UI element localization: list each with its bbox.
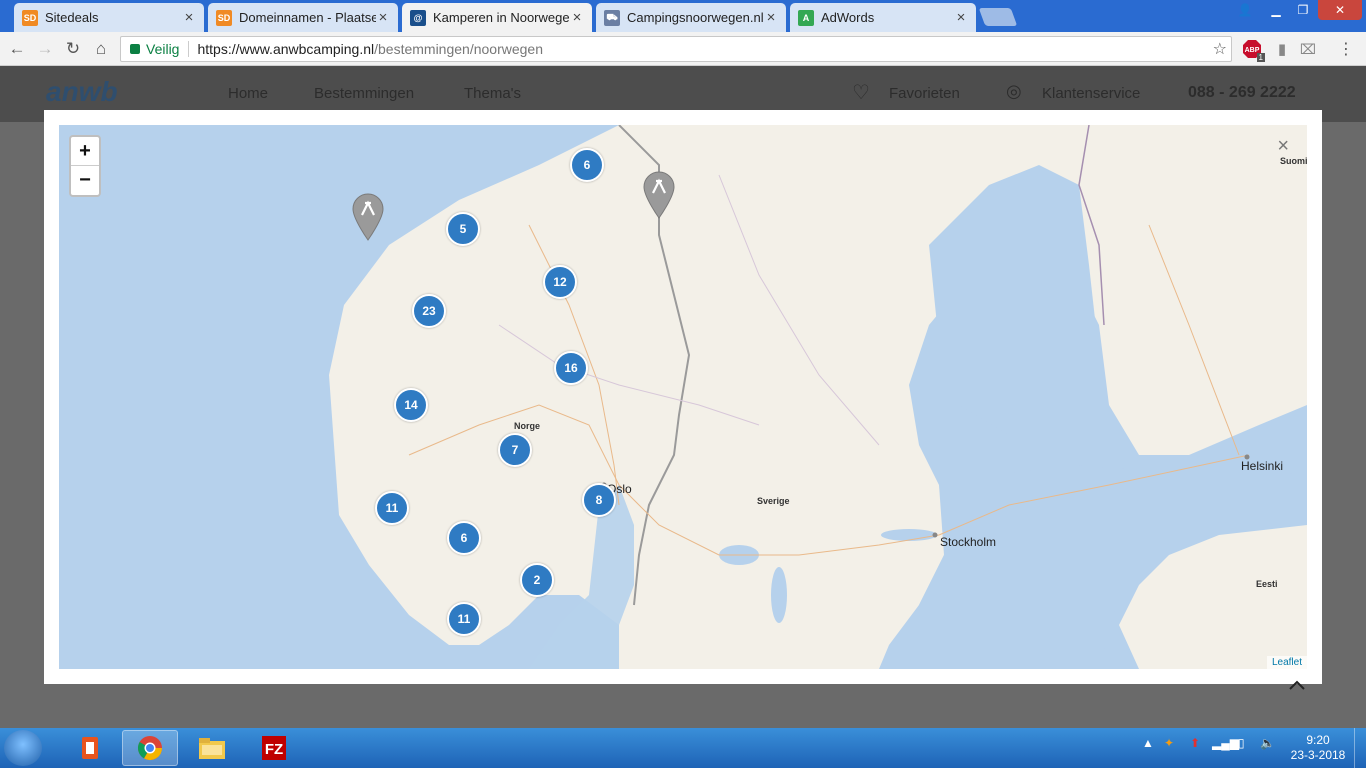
cluster-marker[interactable]: 23 xyxy=(412,294,446,328)
cluster-marker[interactable]: 11 xyxy=(447,602,481,636)
nav-favorieten[interactable]: Favorieten xyxy=(889,85,960,102)
file-explorer-icon[interactable] xyxy=(184,730,240,766)
label-stockholm: Stockholm xyxy=(940,535,997,549)
browser-tab-strip: SD Sitedeals × SD Domeinnamen - Plaatsen… xyxy=(0,0,1366,32)
clock-time: 9:20 xyxy=(1306,733,1330,747)
tab-title: Domeinnamen - Plaatsen xyxy=(239,10,376,25)
label-eesti: Eesti xyxy=(1256,579,1278,589)
scroll-top-chevron-icon[interactable] xyxy=(1288,676,1306,694)
cluster-marker[interactable]: 16 xyxy=(554,351,588,385)
headset-icon: ◎ xyxy=(1006,81,1022,101)
map[interactable]: Norge Oslo Sverige Stockholm Helsinki Su… xyxy=(59,125,1307,669)
cluster-marker[interactable]: 14 xyxy=(394,388,428,422)
chrome-taskbar-icon[interactable] xyxy=(122,730,178,766)
tab-title: Sitedeals xyxy=(45,10,99,25)
home-button[interactable]: ⌂ xyxy=(90,38,112,60)
windows-start-button[interactable] xyxy=(4,730,42,766)
map-modal: Norge Oslo Sverige Stockholm Helsinki Su… xyxy=(44,110,1322,684)
zoom-control: + − xyxy=(69,135,101,197)
adblock-extension-icon[interactable]: ABP 1 xyxy=(1242,39,1265,62)
nav-themas[interactable]: Thema's xyxy=(464,85,521,102)
zoom-out-button[interactable]: − xyxy=(71,166,99,195)
anwb-logo[interactable]: anwb xyxy=(46,76,118,108)
tab-domeinnamen[interactable]: SD Domeinnamen - Plaatsen × xyxy=(208,3,398,32)
tray-update-icon[interactable]: ⬆ xyxy=(1190,736,1200,750)
new-tab-button[interactable] xyxy=(978,8,1018,26)
network-signal-icon[interactable]: ▂▄▆ xyxy=(1212,736,1239,750)
phone-number[interactable]: 088 - 269 2222 xyxy=(1188,84,1296,102)
cluster-marker[interactable]: 8 xyxy=(582,483,616,517)
show-desktop-button[interactable] xyxy=(1354,728,1366,768)
anwb-icon: @ xyxy=(410,9,426,26)
nav-bestemmingen[interactable]: Bestemmingen xyxy=(314,85,414,102)
tab-sitedeals[interactable]: SD Sitedeals × xyxy=(14,3,204,32)
lake-malaren xyxy=(881,529,937,541)
cluster-marker[interactable]: 6 xyxy=(570,148,604,182)
map-tiles xyxy=(329,125,1307,669)
sd-icon: SD xyxy=(22,9,38,26)
clock-date: 23-3-2018 xyxy=(1290,748,1346,762)
nav-klantenservice[interactable]: Klantenservice xyxy=(1042,85,1140,102)
adwords-icon: A xyxy=(798,9,814,26)
lake-vattern xyxy=(771,567,787,623)
label-helsinki: Helsinki xyxy=(1241,459,1284,473)
heart-icon: ♡ xyxy=(852,82,870,104)
minimize-button[interactable]: ▁ xyxy=(1262,0,1290,20)
cluster-marker[interactable]: 5 xyxy=(446,212,480,246)
tab-title: Campingsnoorwegen.nl - xyxy=(627,10,764,25)
cluster-marker[interactable]: 12 xyxy=(543,265,577,299)
cart-icon: ⛟ xyxy=(604,9,620,26)
windows-taskbar: FZ ▲ ✦ ⬆ ▂▄▆ ▯ 🔈 9:20 23-3-2018 xyxy=(0,728,1366,768)
camping-pin-icon[interactable] xyxy=(642,171,676,219)
back-button[interactable]: ← xyxy=(6,38,28,60)
tab-kamperen-in-noorwegen[interactable]: @ Kamperen in Noorwegen × xyxy=(402,3,592,32)
close-tab-icon[interactable]: × xyxy=(376,9,390,26)
close-tab-icon[interactable]: × xyxy=(954,9,968,26)
tab-adwords[interactable]: A AdWords × xyxy=(790,3,976,32)
tray-expand-icon[interactable]: ▲ xyxy=(1142,736,1154,750)
zoom-in-button[interactable]: + xyxy=(71,137,99,166)
reload-button[interactable]: ↻ xyxy=(62,38,84,60)
cluster-marker[interactable]: 11 xyxy=(375,491,409,525)
close-tab-icon[interactable]: × xyxy=(570,9,584,26)
label-sverige: Sverige xyxy=(757,496,790,506)
close-tab-icon[interactable]: × xyxy=(764,9,778,26)
secure-label: Veilig xyxy=(146,41,190,57)
volume-icon[interactable]: 🔈 xyxy=(1260,736,1275,750)
url-host: https://www.anwbcamping.nl xyxy=(197,41,375,57)
pdf-extension-icon[interactable]: ⌧ xyxy=(1298,39,1318,59)
user-profile-icon[interactable]: 👤 xyxy=(1234,0,1256,20)
cluster-marker[interactable]: 7 xyxy=(498,433,532,467)
close-modal-button[interactable]: × xyxy=(1277,135,1289,158)
office-app-icon[interactable] xyxy=(62,730,118,766)
extension-icon[interactable]: ▮ xyxy=(1272,39,1292,59)
stockholm-dot xyxy=(932,532,938,538)
battery-icon[interactable]: ▯ xyxy=(1238,736,1245,750)
adblock-badge: 1 xyxy=(1256,53,1265,62)
leaflet-attribution[interactable]: Leaflet xyxy=(1266,656,1307,669)
svg-text:FZ: FZ xyxy=(265,741,283,758)
lock-icon xyxy=(130,44,140,54)
system-clock[interactable]: 9:20 23-3-2018 xyxy=(1290,733,1346,763)
filezilla-icon[interactable]: FZ xyxy=(246,730,302,766)
tab-campingsnoorwegen[interactable]: ⛟ Campingsnoorwegen.nl - × xyxy=(596,3,786,32)
close-window-button[interactable]: ✕ xyxy=(1318,0,1362,20)
address-bar[interactable]: Veilig https://www.anwbcamping.nl /beste… xyxy=(120,36,1232,62)
tab-title: Kamperen in Noorwegen xyxy=(433,10,570,25)
bookmark-star-icon[interactable]: ☆ xyxy=(1213,39,1227,59)
nav-home[interactable]: Home xyxy=(228,85,268,102)
cluster-marker[interactable]: 2 xyxy=(520,563,554,597)
label-norge: Norge xyxy=(514,421,541,431)
cluster-marker[interactable]: 6 xyxy=(447,521,481,555)
tray-app-icon[interactable]: ✦ xyxy=(1164,736,1174,750)
sd-icon: SD xyxy=(216,9,232,26)
maximize-button[interactable]: ❐ xyxy=(1290,0,1316,20)
close-tab-icon[interactable]: × xyxy=(182,9,196,26)
chrome-menu-icon[interactable]: ⋮ xyxy=(1336,39,1356,59)
forward-button[interactable]: → xyxy=(34,38,56,60)
camping-pin-icon[interactable] xyxy=(351,193,385,241)
url-path: /bestemmingen/noorwegen xyxy=(374,41,543,57)
tab-title: AdWords xyxy=(821,10,875,25)
browser-toolbar: ← → ↻ ⌂ Veilig https://www.anwbcamping.n… xyxy=(0,32,1366,66)
